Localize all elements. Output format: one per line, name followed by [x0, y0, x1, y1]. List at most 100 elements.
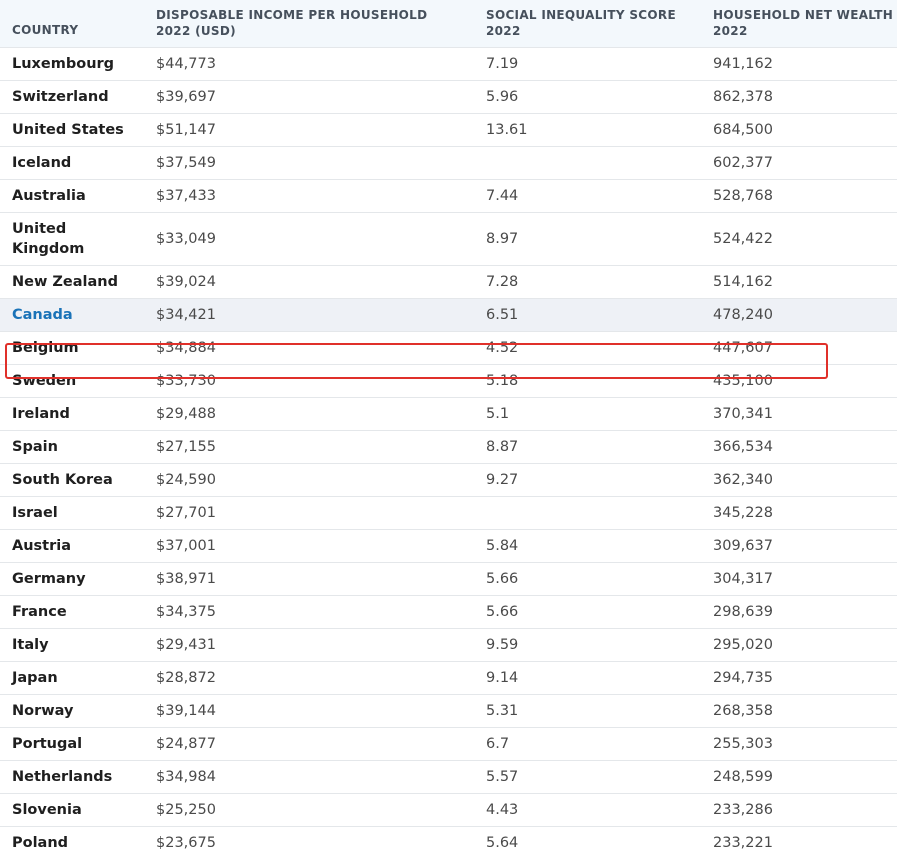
table-row[interactable]: Ireland $29,488 5.1 370,341	[0, 397, 897, 430]
wealth-cell: 309,637	[713, 538, 773, 554]
wealth-cell: 304,317	[713, 571, 773, 587]
wealth-cell: 345,228	[713, 505, 773, 521]
inequality-cell: 5.66	[486, 604, 519, 620]
table-body: Luxembourg $44,773 7.19 941,162 Switzerland $…	[0, 47, 897, 859]
inequality-cell: 4.43	[486, 802, 519, 818]
inequality-cell: 5.64	[486, 835, 519, 851]
wealth-cell: 524,422	[713, 231, 773, 247]
country-name[interactable]: Netherlands	[12, 761, 137, 793]
table-row[interactable]: South Korea $24,590 9.27 362,340	[0, 463, 897, 496]
table-row[interactable]: Switzerland $39,697 5.96 862,378	[0, 80, 897, 113]
inequality-cell: 5.1	[486, 406, 510, 422]
table-row[interactable]: United Kingdom $33,049 8.97 524,422	[0, 212, 897, 265]
wealth-cell: 362,340	[713, 472, 773, 488]
inequality-cell: 5.84	[486, 538, 519, 554]
column-header-country[interactable]: COUNTRY	[12, 22, 78, 38]
table-row[interactable]: Iceland $37,549 602,377	[0, 146, 897, 179]
country-link[interactable]: Canada	[12, 299, 137, 331]
country-name[interactable]: Iceland	[12, 147, 137, 179]
table-row[interactable]: Norway $39,144 5.31 268,358	[0, 694, 897, 727]
income-cell: $38,971	[156, 571, 216, 587]
inequality-cell: 4.52	[486, 340, 519, 356]
country-name[interactable]: Poland	[12, 827, 137, 859]
table-row[interactable]: Netherlands $34,984 5.57 248,599	[0, 760, 897, 793]
inequality-cell: 5.31	[486, 703, 519, 719]
country-name[interactable]: Luxembourg	[12, 48, 137, 80]
income-cell: $37,433	[156, 188, 216, 204]
table-row[interactable]: Portugal $24,877 6.7 255,303	[0, 727, 897, 760]
income-cell: $29,431	[156, 637, 216, 653]
country-name[interactable]: United States	[12, 114, 137, 146]
income-cell: $39,024	[156, 274, 216, 290]
wealth-cell: 941,162	[713, 56, 773, 72]
wealth-cell: 514,162	[713, 274, 773, 290]
table-row[interactable]: Japan $28,872 9.14 294,735	[0, 661, 897, 694]
table-row[interactable]: Canada $34,421 6.51 478,240	[0, 298, 897, 331]
table-row[interactable]: Germany $38,971 5.66 304,317	[0, 562, 897, 595]
wealth-cell: 862,378	[713, 89, 773, 105]
inequality-cell: 7.44	[486, 188, 519, 204]
income-cell: $28,872	[156, 670, 216, 686]
country-name[interactable]: Spain	[12, 431, 137, 463]
table-row[interactable]: United States $51,147 13.61 684,500	[0, 113, 897, 146]
inequality-cell: 9.14	[486, 670, 519, 686]
income-cell: $24,877	[156, 736, 216, 752]
wealth-cell: 255,303	[713, 736, 773, 752]
table-row[interactable]: Italy $29,431 9.59 295,020	[0, 628, 897, 661]
country-name[interactable]: Portugal	[12, 728, 137, 760]
table-row[interactable]: Sweden $33,730 5.18 435,100	[0, 364, 897, 397]
country-name[interactable]: United Kingdom	[12, 213, 102, 265]
inequality-cell: 9.27	[486, 472, 519, 488]
country-name[interactable]: Ireland	[12, 398, 137, 430]
data-table: COUNTRY DISPOSABLE INCOME PER HOUSEHOLD …	[0, 0, 897, 859]
income-cell: $34,375	[156, 604, 216, 620]
wealth-cell: 294,735	[713, 670, 773, 686]
country-name[interactable]: New Zealand	[12, 266, 137, 298]
country-name[interactable]: Belgium	[12, 332, 137, 364]
table-row[interactable]: Israel $27,701 345,228	[0, 496, 897, 529]
column-header-wealth[interactable]: HOUSEHOLD NET WEALTH 2022	[713, 7, 897, 39]
inequality-cell: 7.19	[486, 56, 519, 72]
inequality-cell: 7.28	[486, 274, 519, 290]
wealth-cell: 602,377	[713, 155, 773, 171]
country-name[interactable]: France	[12, 596, 137, 628]
country-name[interactable]: Sweden	[12, 365, 137, 397]
wealth-cell: 233,221	[713, 835, 773, 851]
income-cell: $23,675	[156, 835, 216, 851]
country-name[interactable]: Germany	[12, 563, 137, 595]
wealth-cell: 478,240	[713, 307, 773, 323]
income-cell: $37,549	[156, 155, 216, 171]
income-cell: $37,001	[156, 538, 216, 554]
table-row[interactable]: Australia $37,433 7.44 528,768	[0, 179, 897, 212]
wealth-cell: 298,639	[713, 604, 773, 620]
table-row[interactable]: Poland $23,675 5.64 233,221	[0, 826, 897, 859]
wealth-cell: 366,534	[713, 439, 773, 455]
country-name[interactable]: Norway	[12, 695, 137, 727]
wealth-cell: 248,599	[713, 769, 773, 785]
table-row[interactable]: France $34,375 5.66 298,639	[0, 595, 897, 628]
table-row[interactable]: Spain $27,155 8.87 366,534	[0, 430, 897, 463]
wealth-cell: 528,768	[713, 188, 773, 204]
country-name[interactable]: South Korea	[12, 464, 137, 496]
table-row[interactable]: New Zealand $39,024 7.28 514,162	[0, 265, 897, 298]
income-cell: $33,049	[156, 231, 216, 247]
inequality-cell: 8.97	[486, 231, 519, 247]
column-header-income[interactable]: DISPOSABLE INCOME PER HOUSEHOLD 2022 (US…	[156, 7, 466, 39]
country-name[interactable]: Israel	[12, 497, 137, 529]
income-cell: $51,147	[156, 122, 216, 138]
table-row[interactable]: Austria $37,001 5.84 309,637	[0, 529, 897, 562]
wealth-cell: 295,020	[713, 637, 773, 653]
income-cell: $24,590	[156, 472, 216, 488]
inequality-cell: 5.18	[486, 373, 519, 389]
country-name[interactable]: Australia	[12, 180, 137, 212]
wealth-cell: 447,607	[713, 340, 773, 356]
column-header-inequality[interactable]: SOCIAL INEQUALITY SCORE 2022	[486, 7, 696, 39]
country-name[interactable]: Italy	[12, 629, 137, 661]
country-name[interactable]: Austria	[12, 530, 137, 562]
country-name[interactable]: Slovenia	[12, 794, 137, 826]
table-row[interactable]: Luxembourg $44,773 7.19 941,162	[0, 47, 897, 80]
table-row[interactable]: Belgium $34,884 4.52 447,607	[0, 331, 897, 364]
table-row[interactable]: Slovenia $25,250 4.43 233,286	[0, 793, 897, 826]
country-name[interactable]: Japan	[12, 662, 137, 694]
country-name[interactable]: Switzerland	[12, 81, 137, 113]
